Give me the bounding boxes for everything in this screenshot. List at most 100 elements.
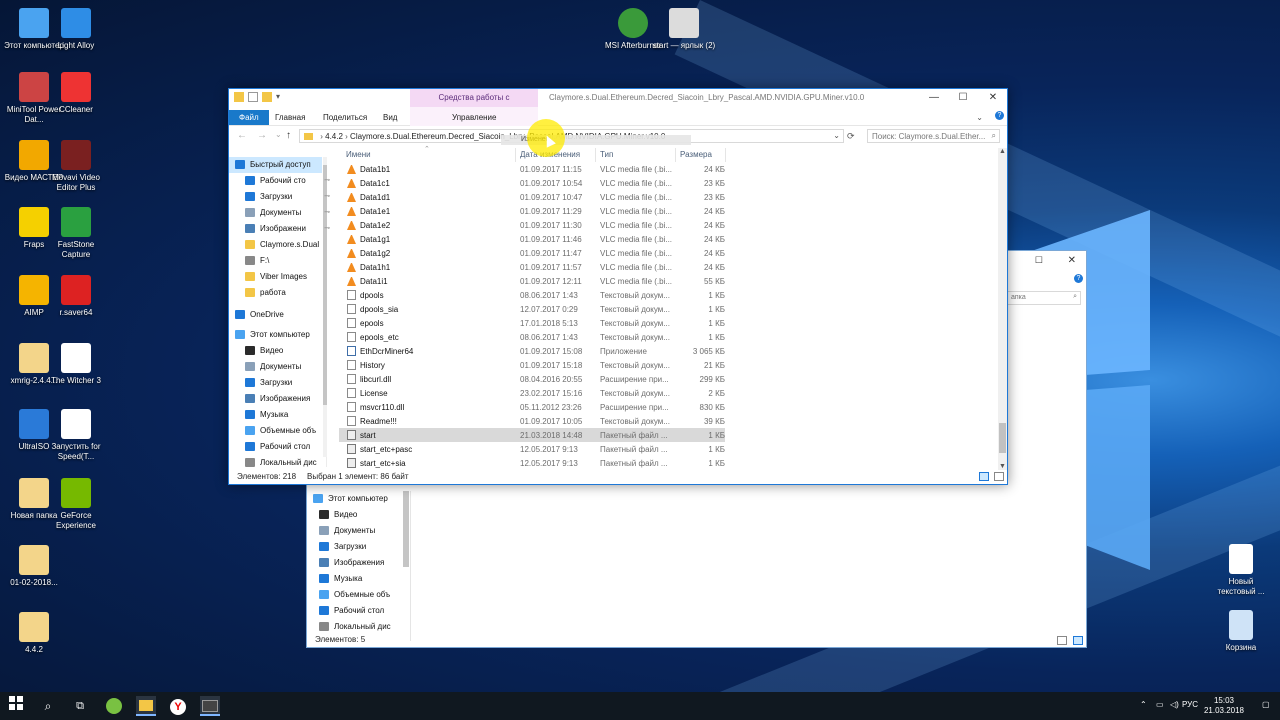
file-row[interactable]: Data1e2 01.09.2017 11:30 VLC media file (.… (339, 218, 725, 232)
large-icons-view-icon[interactable] (1073, 636, 1083, 645)
sidebar-item[interactable]: Рабочий стол (239, 439, 332, 455)
file-row[interactable]: Data1d1 01.09.2017 10:47 VLC media file (.… (339, 190, 725, 204)
up-arrow-icon[interactable]: ↑ (286, 130, 291, 141)
yandex-browser-icon[interactable]: Y (168, 696, 188, 716)
scrollbar-thumb[interactable] (403, 491, 409, 567)
column-divider[interactable] (515, 148, 516, 162)
file-row[interactable]: msvcr110.dll 05.11.2012 23:26 Расширение п… (339, 400, 725, 414)
file-row[interactable]: epools_etc 08.06.2017 1:43 Текстовый докум… (339, 330, 725, 344)
sidebar-item[interactable]: Загрузки ⊸ (239, 189, 332, 205)
desktop-icon[interactable]: CCleaner (44, 72, 108, 115)
help-icon[interactable]: ? (1074, 274, 1083, 283)
sidebar-item[interactable]: Claymore.s.Dual (239, 237, 332, 253)
file-row[interactable]: Data1c1 01.09.2017 10:54 VLC media file (.… (339, 176, 725, 190)
sidebar-item[interactable]: Этот компьютер (229, 327, 322, 343)
desktop-icon[interactable]: FastStone Capture (44, 207, 108, 260)
tab-home[interactable]: Главная (267, 110, 313, 125)
file-row[interactable]: Data1e1 01.09.2017 11:29 VLC media file (.… (339, 204, 725, 218)
clock[interactable]: 15:03 21.03.2018 (1204, 696, 1244, 716)
sidebar-item[interactable]: OneDrive (229, 307, 322, 323)
file-row[interactable]: Data1i1 01.09.2017 12:11 VLC media file (.… (339, 274, 725, 288)
desktop-icon[interactable]: 4.4.2 (2, 612, 66, 655)
sidebar-item[interactable]: Viber Images (239, 269, 332, 285)
start-button[interactable] (6, 696, 26, 716)
file-row[interactable]: License 23.02.2017 15:16 Текстовый докум..… (339, 386, 725, 400)
desktop-icon[interactable]: r.saver64 (44, 275, 108, 318)
new-folder-icon[interactable] (262, 92, 272, 102)
sidebar-item[interactable]: Видео (239, 343, 332, 359)
tab-manage[interactable]: Управление (444, 110, 504, 125)
sidebar-item[interactable]: Документы ⊸ (239, 205, 332, 221)
desktop-icon[interactable]: Корзина (1209, 610, 1273, 653)
file-row[interactable]: libcurl.dll 08.04.2016 20:55 Расширение пр… (339, 372, 725, 386)
notifications-icon[interactable]: ▢ (1262, 700, 1270, 709)
utorrent-icon[interactable] (104, 696, 124, 716)
desktop-icon[interactable]: Movavi Video Editor Plus (44, 140, 108, 193)
explorer-window[interactable]: ▾ Средства работы с приложениями Claymor… (228, 88, 1008, 485)
close-button[interactable]: ✕ (1068, 255, 1076, 266)
column-size[interactable]: Размера (680, 150, 712, 159)
column-divider[interactable] (595, 148, 596, 162)
forward-arrow-icon[interactable]: → (257, 130, 267, 141)
sidebar-item[interactable]: F:\ (239, 253, 332, 269)
details-view-icon[interactable] (979, 472, 989, 481)
large-icons-view-icon[interactable] (994, 472, 1004, 481)
column-divider[interactable] (725, 148, 726, 162)
file-row[interactable]: History 01.09.2017 15:18 Текстовый докум..… (339, 358, 725, 372)
title-bar[interactable]: ▾ Средства работы с приложениями Claymor… (229, 89, 1007, 120)
scroll-down-icon[interactable]: ▼ (999, 463, 1006, 470)
search-input[interactable]: апка ⌕ (1007, 291, 1081, 305)
language-indicator[interactable]: РУС (1182, 700, 1198, 709)
sidebar-item[interactable]: Изображения (239, 391, 332, 407)
desktop-icon[interactable]: start — ярлык (2) (652, 8, 716, 51)
scroll-up-icon[interactable]: ▲ (999, 148, 1006, 155)
refresh-icon[interactable]: ⟳ (847, 131, 855, 142)
file-row[interactable]: Data1h1 01.09.2017 11:57 VLC media file (.… (339, 260, 725, 274)
maximize-button[interactable]: ☐ (1035, 255, 1043, 266)
file-explorer-icon[interactable] (136, 696, 156, 716)
desktop-icon[interactable]: Light Alloy (44, 8, 108, 51)
sidebar-item[interactable]: Документы (239, 359, 332, 375)
chevron-down-icon[interactable]: ⌄ (833, 131, 840, 140)
sidebar-item[interactable]: Этот компьютер (307, 491, 411, 507)
sidebar-item[interactable]: Быстрый доступ (229, 157, 322, 173)
help-icon[interactable]: ? (995, 111, 1004, 120)
desktop-icon[interactable]: The Witcher 3 (44, 343, 108, 386)
sidebar-item[interactable]: Изображени ⊸ (239, 221, 332, 237)
breadcrumb-item[interactable]: 4.4.2 (325, 132, 343, 141)
back-arrow-icon[interactable]: ← (237, 130, 247, 141)
scrollbar-thumb[interactable] (999, 423, 1006, 453)
maximize-button[interactable]: ☐ (948, 91, 978, 105)
chevron-down-icon[interactable]: ⌄ (976, 113, 983, 122)
tab-share[interactable]: Поделиться (315, 110, 375, 125)
file-row[interactable]: epools 17.01.2018 5:13 Текстовый докум... 1… (339, 316, 725, 330)
sidebar-item[interactable]: Объемные объ (313, 587, 417, 603)
search-input[interactable]: Поиск: Claymore.s.Dual.Ether... ⌕ (867, 129, 1000, 143)
desktop-icon[interactable]: 01-02-2018... (2, 545, 66, 588)
chevron-up-icon[interactable]: ⌃ (1140, 700, 1147, 709)
file-row[interactable]: Readme!!! 01.09.2017 10:05 Текстовый докум… (339, 414, 725, 428)
sidebar-item[interactable]: Объемные объ (239, 423, 332, 439)
command-prompt-icon[interactable] (200, 696, 220, 716)
file-row[interactable]: Data1g1 01.09.2017 11:46 VLC media file (.… (339, 232, 725, 246)
task-view-icon[interactable]: ⧉ (70, 696, 90, 716)
file-row[interactable]: start 21.03.2018 14:48 Пакетный файл ... 1 … (339, 428, 725, 442)
file-row[interactable]: EthDcrMiner64 01.09.2017 15:08 Приложение 3… (339, 344, 725, 358)
file-row[interactable]: start_etc+sia 12.05.2017 9:13 Пакетный фай… (339, 456, 725, 470)
sidebar-item[interactable]: Локальный дис (239, 455, 332, 471)
volume-icon[interactable]: ◁) (1170, 700, 1179, 709)
sidebar-item[interactable]: Рабочий стол (313, 603, 417, 619)
tab-file[interactable]: Файл (229, 110, 269, 125)
sidebar-item[interactable]: Документы (313, 523, 417, 539)
file-row[interactable]: dpools 08.06.2017 1:43 Текстовый докум... 1… (339, 288, 725, 302)
desktop-icon[interactable]: Запустить for Speed(T... (44, 409, 108, 462)
sidebar-item[interactable]: Рабочий сто ⊸ (239, 173, 332, 189)
sidebar-item[interactable]: Изображения (313, 555, 417, 571)
tab-view[interactable]: Вид (375, 110, 405, 125)
desktop-icon[interactable]: GeForce Experience (44, 478, 108, 531)
desktop-icon[interactable]: Новый текстовый ... (1209, 544, 1273, 597)
file-row[interactable]: start_etc+pasc 12.05.2017 9:13 Пакетный фа… (339, 442, 725, 456)
vertical-scrollbar[interactable]: ▲ ▼ (998, 148, 1007, 470)
file-row[interactable]: dpools_sia 12.07.2017 0:29 Текстовый докум… (339, 302, 725, 316)
sidebar-item[interactable]: Локальный дис (313, 619, 417, 635)
